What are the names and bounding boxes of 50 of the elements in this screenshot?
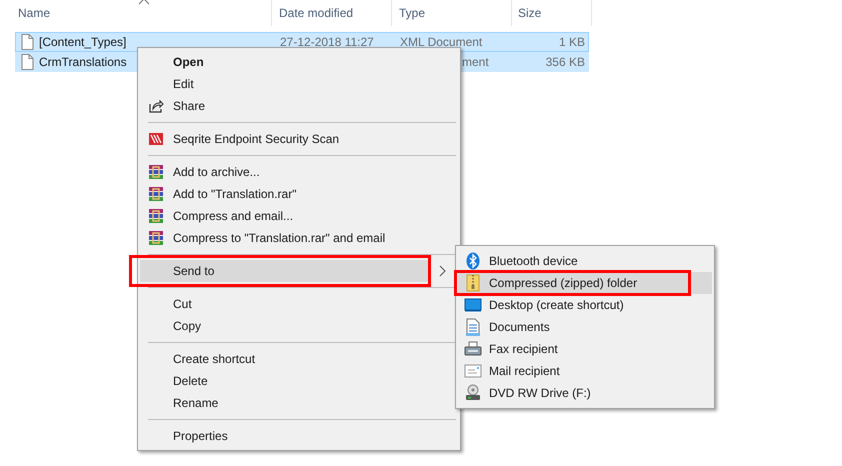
monitor-icon <box>464 298 482 312</box>
column-header[interactable]: Size <box>512 0 592 26</box>
document-icon <box>21 54 34 70</box>
menu-item[interactable]: Desktop (create shortcut) <box>458 294 712 316</box>
menu-item[interactable]: Mail recipient <box>458 360 712 382</box>
menu-item[interactable]: Properties <box>140 425 430 447</box>
menu-item[interactable]: Rename <box>140 392 430 414</box>
file-name: [Content_Types] <box>39 34 126 51</box>
type-cell: ment <box>462 55 489 69</box>
column-header[interactable]: Type <box>392 0 512 26</box>
menu-item[interactable]: Cut <box>140 293 430 315</box>
menu-item[interactable]: Seqrite Endpoint Security Scan <box>140 128 430 150</box>
type-cell: XML Document <box>400 35 482 49</box>
menu-item[interactable]: Open <box>140 51 430 73</box>
stacked-books-icon <box>148 186 164 202</box>
date-cell: 27-12-2018 11:27 <box>280 35 374 49</box>
envelope-icon <box>464 364 482 378</box>
menu-item[interactable]: Copy <box>140 315 430 337</box>
column-header[interactable]: Date modified <box>272 0 392 26</box>
menu-item[interactable]: Fax recipient <box>458 338 712 360</box>
menu-item[interactable]: Compressed (zipped) folder <box>458 272 712 294</box>
stripes-icon <box>148 131 164 147</box>
stacked-books-icon <box>148 164 164 180</box>
document-icon <box>466 318 480 336</box>
sort-caret-icon <box>138 0 150 5</box>
menu-item[interactable]: Send to <box>140 260 430 282</box>
menu-item[interactable]: Add to "Translation.rar" <box>140 183 430 205</box>
share-icon <box>148 98 164 114</box>
menu-item[interactable]: Documents <box>458 316 712 338</box>
zip-folder-icon <box>466 274 480 292</box>
size-cell: 1 KB <box>558 35 585 49</box>
stacked-books-icon <box>148 208 164 224</box>
fax-icon <box>464 341 482 357</box>
file-name: CrmTranslations <box>39 54 127 71</box>
menu-item[interactable]: Compress to "Translation.rar" and email <box>140 227 430 249</box>
menu-item[interactable]: Delete <box>140 370 430 392</box>
menu-item[interactable]: Add to archive... <box>140 161 430 183</box>
disc-drive-icon <box>465 384 481 402</box>
stacked-books-icon <box>148 230 164 246</box>
menu-item[interactable]: Compress and email... <box>140 205 430 227</box>
menu-item[interactable]: Edit <box>140 73 430 95</box>
chevron-right-icon <box>439 265 447 277</box>
size-cell: 356 KB <box>546 55 585 69</box>
document-icon <box>21 34 34 50</box>
menu-item[interactable]: Share <box>140 95 430 117</box>
column-header[interactable]: Name <box>0 0 272 26</box>
menu-item[interactable]: Bluetooth device <box>458 250 712 272</box>
menu-item[interactable]: DVD RW Drive (F:) <box>458 382 712 404</box>
bluetooth-icon <box>466 252 480 270</box>
menu-item[interactable]: Create shortcut <box>140 348 430 370</box>
